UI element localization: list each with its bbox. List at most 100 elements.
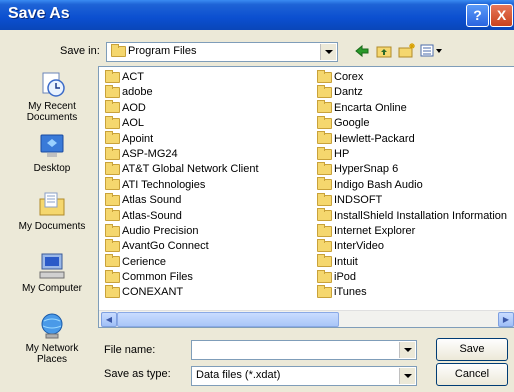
file-list-item[interactable]: Atlas-Sound	[105, 208, 259, 224]
scroll-right-icon[interactable]: ▶	[498, 312, 514, 327]
place-label: Desktop	[33, 163, 71, 174]
file-list-item-label: ASP-MG24	[122, 147, 178, 160]
chevron-down-icon[interactable]	[399, 368, 415, 384]
place-my-documents[interactable]: My Documents	[12, 190, 92, 232]
folder-icon	[111, 43, 126, 57]
file-list-item-label: Indigo Bash Audio	[334, 178, 423, 191]
place-label: My Network Places	[25, 343, 79, 365]
file-list-item-label: HyperSnap 6	[334, 163, 399, 176]
place-label: My Computer	[21, 283, 82, 294]
file-list-item[interactable]: ATI Technologies	[105, 177, 259, 193]
file-list-item-label: Hewlett-Packard	[334, 132, 415, 145]
folder-icon	[105, 100, 120, 114]
close-button[interactable]: X	[490, 4, 513, 27]
chevron-down-icon[interactable]	[399, 342, 415, 358]
folder-icon	[317, 69, 332, 83]
horizontal-scrollbar[interactable]: ◀ ▶	[99, 310, 514, 327]
file-list-item[interactable]: Intuit	[317, 254, 507, 270]
places-bar: My Recent Documents Desktop My Documents…	[12, 66, 92, 382]
file-list-item-label: CONEXANT	[122, 286, 184, 299]
file-list-item-label: iPod	[334, 271, 357, 284]
file-list-item-label: Corex	[334, 71, 364, 83]
file-list-item-label: AT&T Global Network Client	[122, 163, 259, 176]
views-menu-icon[interactable]	[420, 43, 444, 58]
file-list-item[interactable]: Atlas Sound	[105, 192, 259, 208]
file-list-item[interactable]: InterVideo	[317, 238, 507, 254]
file-list-item[interactable]: HP	[317, 146, 507, 162]
title-bar: Save As ? X	[0, 0, 514, 30]
up-folder-icon[interactable]	[376, 43, 392, 59]
folder-icon	[317, 177, 332, 191]
file-name-input[interactable]	[191, 340, 417, 360]
file-list-item[interactable]: Internet Explorer	[317, 223, 507, 239]
place-recent-documents[interactable]: My Recent Documents	[12, 70, 92, 123]
file-list-item[interactable]: AOL	[105, 115, 259, 131]
save-as-type-label: Save as type:	[104, 368, 171, 380]
folder-icon	[105, 192, 120, 206]
save-button[interactable]: Save	[436, 338, 508, 361]
file-list-item[interactable]: iTunes	[317, 285, 507, 300]
file-list-item[interactable]: INDSOFT	[317, 192, 507, 208]
my-documents-icon	[37, 190, 67, 218]
file-list-item[interactable]: Encarta Online	[317, 100, 507, 116]
recent-documents-icon	[37, 70, 67, 98]
file-list-item[interactable]: InstallShield Installation Information	[317, 208, 507, 224]
place-label: My Documents	[18, 221, 86, 232]
file-list-item[interactable]: AvantGo Connect	[105, 238, 259, 254]
file-list-item[interactable]: iPod	[317, 269, 507, 285]
scrollbar-thumb[interactable]	[117, 312, 339, 327]
file-list-item[interactable]: Google	[317, 115, 507, 131]
folder-icon	[105, 269, 120, 283]
folder-icon	[317, 285, 332, 299]
place-desktop[interactable]: Desktop	[12, 132, 92, 174]
file-list-item-label: ACT	[122, 71, 144, 83]
place-my-computer[interactable]: My Computer	[12, 252, 92, 294]
cancel-button[interactable]: Cancel	[436, 363, 508, 386]
file-list-item[interactable]: Common Files	[105, 269, 259, 285]
my-computer-icon	[37, 252, 67, 280]
file-list-item[interactable]: Cerience	[105, 254, 259, 270]
file-list-item[interactable]: Dantz	[317, 84, 507, 100]
file-list-item[interactable]: AOD	[105, 100, 259, 116]
folder-icon	[105, 223, 120, 237]
file-list-item[interactable]: CONEXANT	[105, 285, 259, 300]
folder-icon	[105, 238, 120, 252]
folder-icon	[105, 177, 120, 191]
folder-icon	[317, 115, 332, 129]
file-list-item[interactable]: HyperSnap 6	[317, 161, 507, 177]
file-list-item-label: ATI Technologies	[122, 178, 206, 191]
file-list-item[interactable]: ACT	[105, 69, 259, 85]
file-list-item-label: iTunes	[334, 286, 367, 299]
file-list-item-label: Apoint	[122, 132, 154, 145]
file-list-item[interactable]: AT&T Global Network Client	[105, 161, 259, 177]
desktop-icon	[37, 132, 67, 160]
file-list-item-label: Audio Precision	[122, 224, 199, 237]
file-list-item-label: InterVideo	[334, 240, 384, 253]
file-list-item-label: Cerience	[122, 255, 167, 268]
file-list-item[interactable]: Hewlett-Packard	[317, 131, 507, 147]
new-folder-icon[interactable]	[398, 42, 416, 59]
chevron-down-icon[interactable]	[320, 44, 336, 60]
save-in-value: Program Files	[128, 45, 197, 57]
place-network-places[interactable]: My Network Places	[12, 312, 92, 365]
folder-icon	[317, 223, 332, 237]
save-as-type-dropdown[interactable]: Data files (*.xdat)	[191, 366, 417, 386]
place-label: My Recent Documents	[26, 101, 78, 123]
file-list-item[interactable]: ASP-MG24	[105, 146, 259, 162]
file-list-item-label: adobe	[122, 86, 153, 99]
folder-icon	[105, 69, 120, 83]
file-list-item-label: AOL	[122, 117, 145, 130]
folder-icon	[317, 131, 332, 145]
scroll-left-icon[interactable]: ◀	[101, 312, 117, 327]
back-icon[interactable]	[354, 44, 370, 58]
save-as-dialog: Save As ? X Save in: Program Files My Re…	[0, 0, 514, 392]
file-list-item[interactable]: Corex	[317, 69, 507, 85]
file-list-item[interactable]: adobe	[105, 84, 259, 100]
file-list-item[interactable]: Audio Precision	[105, 223, 259, 239]
save-in-dropdown[interactable]: Program Files	[106, 42, 338, 62]
file-list-item[interactable]: Apoint	[105, 131, 259, 147]
folder-icon	[317, 208, 332, 222]
file-list[interactable]: ACT adobe AOD AOL Apoint ASP-MG24 AT&T Global …	[98, 66, 514, 328]
file-list-item[interactable]: Indigo Bash Audio	[317, 177, 507, 193]
help-button[interactable]: ?	[466, 4, 489, 27]
